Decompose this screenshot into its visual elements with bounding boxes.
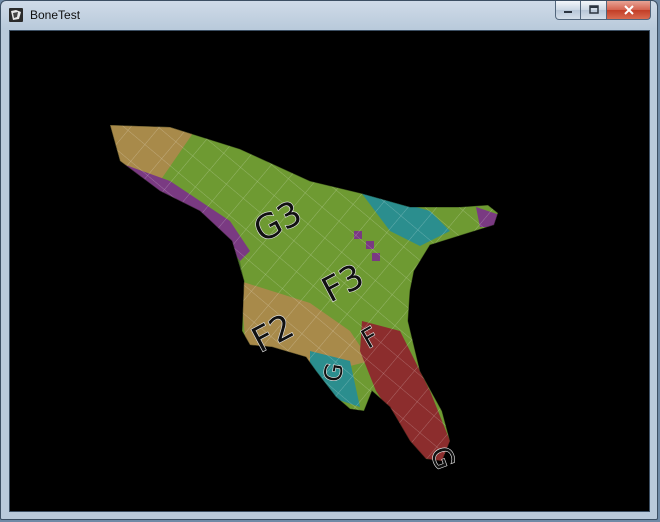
app-window: BoneTest G3 F3 F2 G F G [0, 0, 658, 520]
window-controls [555, 1, 651, 21]
close-button[interactable] [607, 1, 651, 20]
maximize-icon [588, 5, 599, 14]
render-viewport[interactable]: G3 F3 F2 G F G [9, 30, 650, 512]
model-mesh [110, 125, 498, 461]
3d-model-scene: G3 F3 F2 G F G [109, 124, 499, 474]
window-title: BoneTest [30, 8, 81, 22]
app-icon[interactable] [8, 7, 24, 23]
title-bar[interactable]: BoneTest [1, 1, 657, 29]
maximize-button[interactable] [581, 1, 607, 20]
minimize-icon [564, 11, 572, 13]
close-icon [623, 5, 634, 15]
minimize-button[interactable] [555, 1, 581, 20]
